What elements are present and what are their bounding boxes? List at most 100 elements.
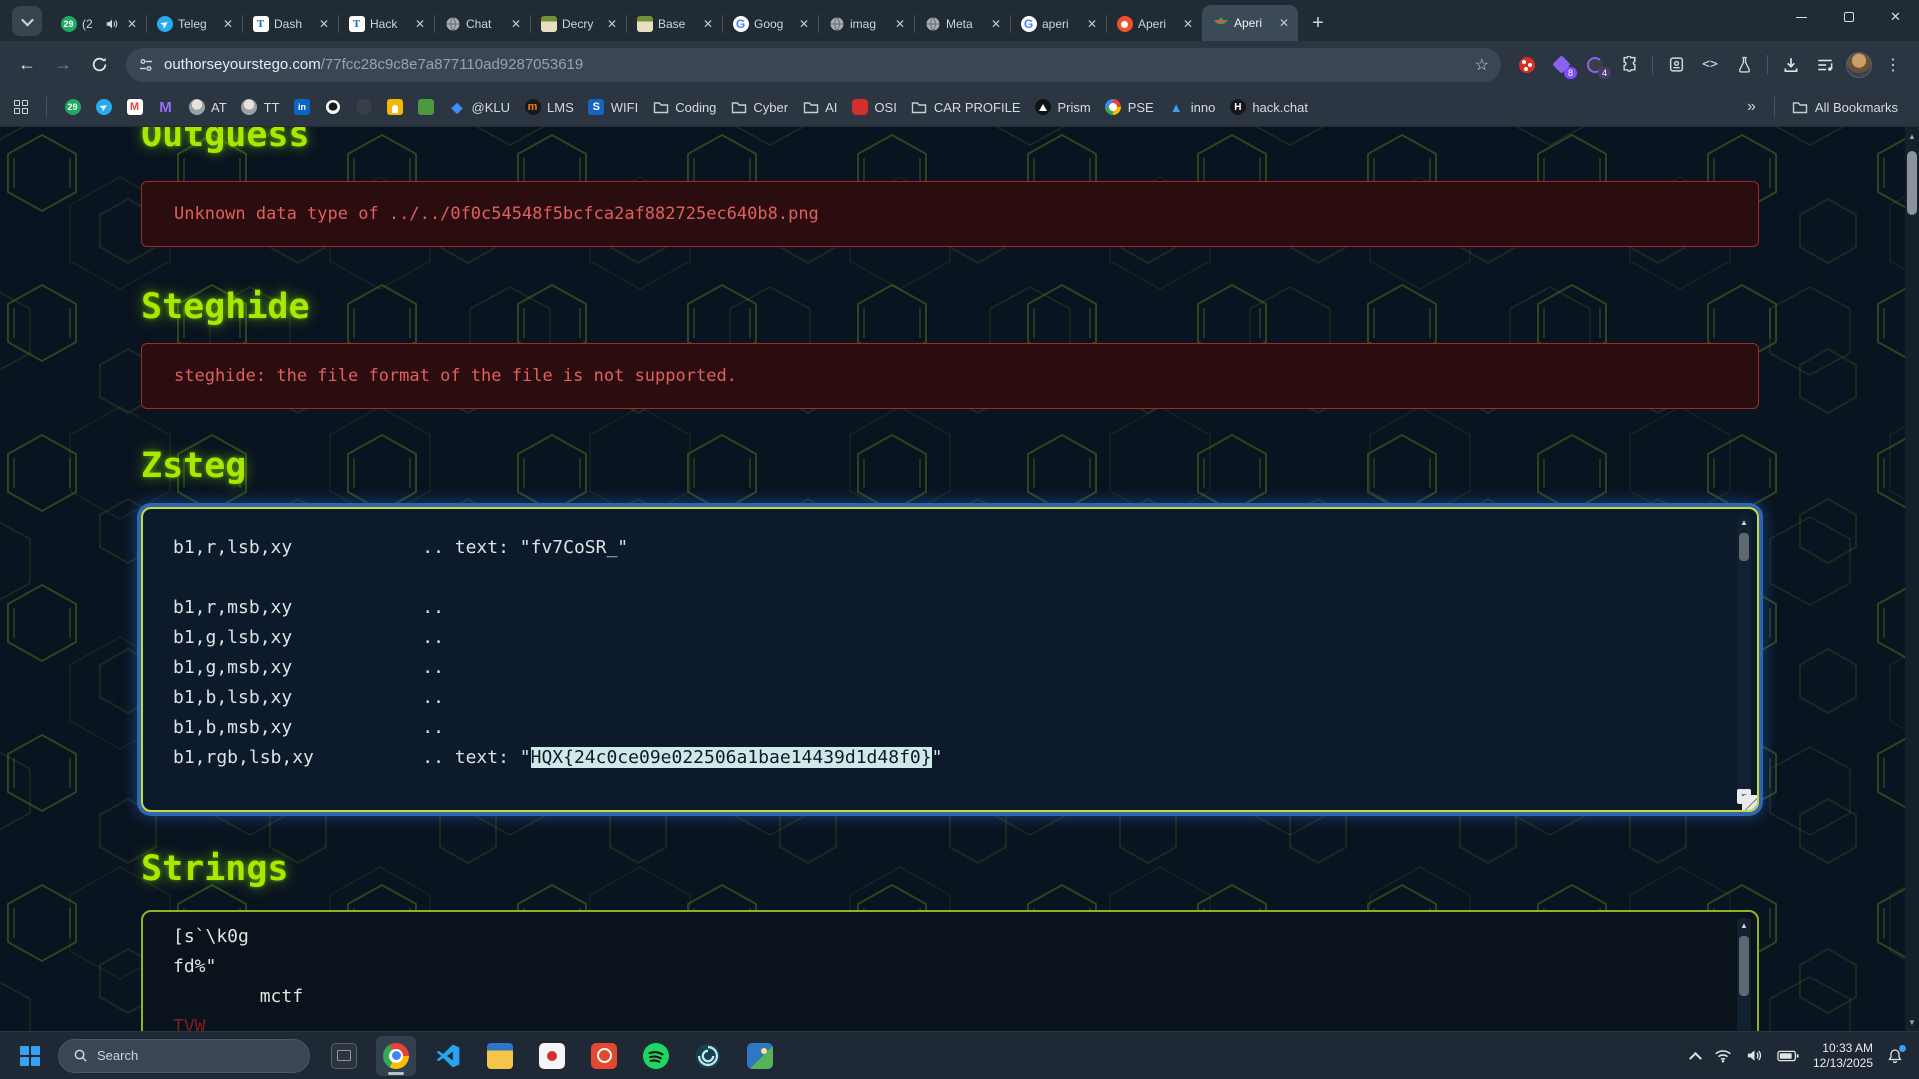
scroll-up-icon[interactable]: ▲ — [1737, 515, 1751, 530]
bookmark-item[interactable] — [349, 95, 380, 120]
taskbar-app-swirl-app[interactable] — [688, 1036, 728, 1076]
battery-icon[interactable] — [1777, 1050, 1799, 1062]
browser-tab[interactable]: Base✕ — [626, 7, 722, 41]
browser-tab[interactable]: Gaperi✕ — [1010, 7, 1106, 41]
reading-mode-icon[interactable] — [1660, 49, 1692, 81]
scroll-down-icon[interactable]: ▼ — [1905, 1015, 1919, 1029]
browser-tab[interactable]: Chat✕ — [434, 7, 530, 41]
resize-grip[interactable] — [1742, 795, 1759, 812]
notification-bell-icon[interactable] — [1887, 1048, 1903, 1064]
bookmark-item[interactable]: AI — [795, 95, 844, 120]
strings-output-box[interactable]: [s`\k0gfd%" mctfTVW ▲ — [141, 910, 1759, 1031]
tab-close-icon[interactable]: ✕ — [700, 16, 716, 32]
taskbar-app-store[interactable] — [532, 1036, 572, 1076]
all-bookmarks-button[interactable]: All Bookmarks — [1785, 95, 1905, 120]
tab-close-icon[interactable]: ✕ — [508, 16, 524, 32]
taskbar-app-chrome[interactable] — [376, 1036, 416, 1076]
scrollbar-thumb[interactable] — [1739, 533, 1749, 561]
extensions-puzzle-icon[interactable] — [1613, 49, 1645, 81]
browser-tab[interactable]: Aperi✕ — [1106, 7, 1202, 41]
taskbar-app-task-window[interactable] — [324, 1036, 364, 1076]
browser-tab[interactable]: Aperi✕ — [1202, 5, 1298, 41]
browser-tab[interactable]: ➤Teleg✕ — [146, 7, 242, 41]
site-settings-icon[interactable] — [138, 57, 154, 73]
taskbar-app-file-explorer[interactable] — [480, 1036, 520, 1076]
tab-close-icon[interactable]: ✕ — [220, 16, 236, 32]
bookmark-item[interactable]: AT — [181, 95, 234, 120]
extension-red-icon[interactable] — [1511, 49, 1543, 81]
bookmark-item[interactable]: 29 — [57, 95, 88, 120]
tab-close-icon[interactable]: ✕ — [1276, 15, 1292, 31]
bookmark-item[interactable]: in — [287, 95, 318, 120]
zsteg-output-box[interactable]: b1,r,lsb,xy.. text: "fv7CoSR_"b1,r,msb,x… — [141, 507, 1759, 812]
tab-close-icon[interactable]: ✕ — [796, 16, 812, 32]
tab-close-icon[interactable]: ✕ — [892, 16, 908, 32]
bookmark-item[interactable]: ▲inno — [1161, 95, 1223, 120]
tab-close-icon[interactable]: ✕ — [316, 16, 332, 32]
tab-close-icon[interactable]: ✕ — [412, 16, 428, 32]
profile-avatar[interactable] — [1843, 49, 1875, 81]
tray-chevron-up-icon[interactable] — [1691, 1051, 1700, 1060]
extension-profile-icon[interactable]: 4 — [1579, 49, 1611, 81]
bookmarks-overflow-button[interactable]: » — [1739, 98, 1764, 116]
tab-close-icon[interactable]: ✕ — [124, 16, 140, 32]
strings-scrollbar[interactable]: ▲ — [1737, 918, 1751, 1031]
devtools-code-icon[interactable]: <> — [1694, 49, 1726, 81]
scrollbar-thumb[interactable] — [1907, 151, 1917, 215]
bookmark-item[interactable]: TT — [234, 95, 287, 120]
close-button[interactable]: ✕ — [1872, 0, 1919, 34]
bookmark-item[interactable]: SWIFI — [581, 95, 645, 120]
start-button[interactable] — [10, 1036, 50, 1076]
browser-tab[interactable]: GGoog✕ — [722, 7, 818, 41]
browser-tab[interactable]: 29(2✕ — [50, 7, 146, 41]
wifi-icon[interactable] — [1714, 1049, 1732, 1063]
volume-icon[interactable] — [1746, 1048, 1763, 1063]
bookmark-item[interactable]: M — [150, 95, 181, 120]
taskbar-app-orange-app[interactable] — [584, 1036, 624, 1076]
tab-search-button[interactable] — [12, 6, 42, 36]
bookmark-item[interactable]: Hhack.chat — [1222, 95, 1315, 120]
tab-close-icon[interactable]: ✕ — [604, 16, 620, 32]
maximize-button[interactable] — [1825, 0, 1872, 34]
bookmark-item[interactable]: M — [119, 95, 150, 120]
browser-tab[interactable]: THack✕ — [338, 7, 434, 41]
bookmark-item[interactable]: ◆@KLU — [442, 95, 518, 120]
browser-tab[interactable]: Decry✕ — [530, 7, 626, 41]
page-scrollbar[interactable]: ▲ ▼ — [1905, 127, 1919, 1031]
scroll-up-icon[interactable]: ▲ — [1737, 918, 1751, 933]
scroll-up-icon[interactable]: ▲ — [1905, 129, 1919, 143]
bookmark-item[interactable]: ➤ — [88, 95, 119, 120]
browser-tab[interactable]: Meta✕ — [914, 7, 1010, 41]
taskbar-clock[interactable]: 10:33 AM 12/13/2025 — [1813, 1041, 1873, 1071]
taskbar-search[interactable]: Search — [58, 1039, 310, 1073]
bookmark-item[interactable] — [318, 95, 349, 120]
scrollbar-thumb[interactable] — [1739, 936, 1749, 996]
bookmark-item[interactable] — [411, 95, 442, 120]
apps-grid-icon[interactable] — [14, 100, 28, 114]
labs-beaker-icon[interactable] — [1728, 49, 1760, 81]
media-queue-icon[interactable] — [1809, 49, 1841, 81]
new-tab-button[interactable]: + — [1304, 9, 1332, 37]
bookmark-star-icon[interactable]: ☆ — [1475, 55, 1489, 75]
taskbar-app-spotify[interactable] — [636, 1036, 676, 1076]
bookmark-item[interactable] — [380, 95, 411, 120]
bookmark-item[interactable]: CAR PROFILE — [904, 95, 1028, 120]
bookmark-item[interactable]: OSI — [844, 95, 903, 120]
bookmark-item[interactable]: PSE — [1098, 95, 1161, 120]
browser-tab[interactable]: imag✕ — [818, 7, 914, 41]
extension-purple-icon[interactable]: 8 — [1545, 49, 1577, 81]
reload-button[interactable] — [82, 48, 116, 82]
tab-close-icon[interactable]: ✕ — [1084, 16, 1100, 32]
bookmark-item[interactable]: mLMS — [517, 95, 581, 120]
address-bar[interactable]: outhorseyourstego.com/77fcc28c9c8e7a8771… — [126, 48, 1501, 82]
tab-close-icon[interactable]: ✕ — [1180, 16, 1196, 32]
bookmark-item[interactable]: Prism — [1028, 95, 1098, 120]
tab-close-icon[interactable]: ✕ — [988, 16, 1004, 32]
back-button[interactable]: ← — [10, 48, 44, 82]
taskbar-app-photos[interactable] — [740, 1036, 780, 1076]
tab-audio-icon[interactable] — [105, 17, 119, 31]
zsteg-scrollbar[interactable]: ▲ ▼ — [1737, 515, 1751, 804]
bookmark-item[interactable]: Coding — [645, 95, 723, 120]
bookmark-item[interactable]: Cyber — [723, 95, 795, 120]
forward-button[interactable]: → — [46, 48, 80, 82]
